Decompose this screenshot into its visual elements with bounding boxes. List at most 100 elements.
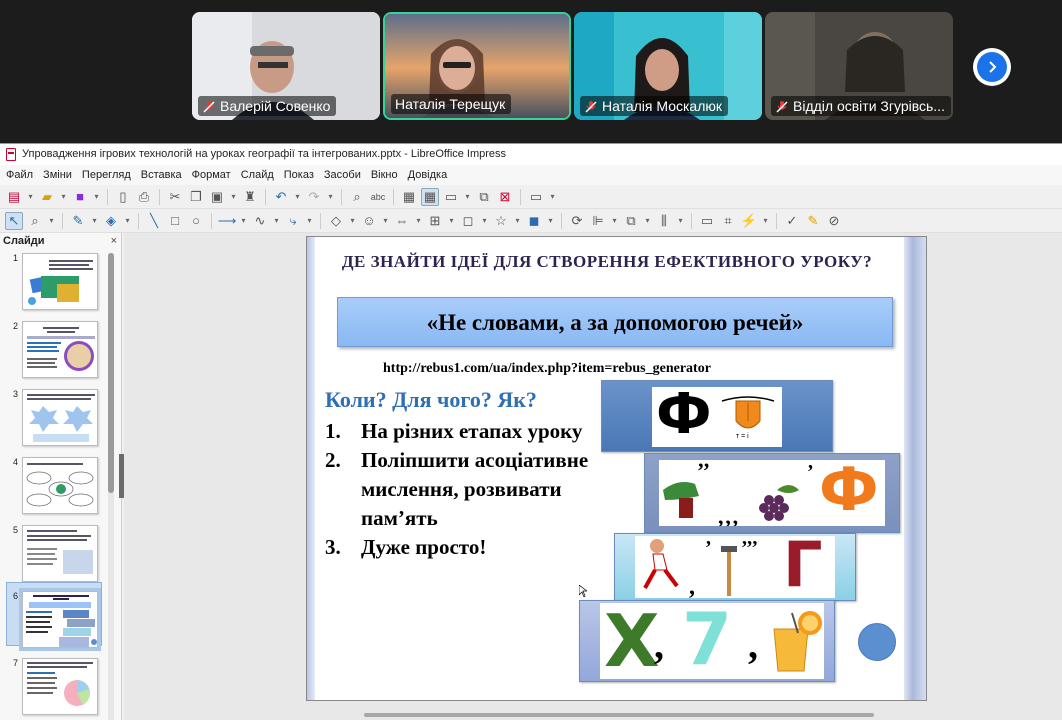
paste-icon[interactable]: ▣ xyxy=(208,188,226,206)
slide-thumbnail-1[interactable] xyxy=(22,253,98,310)
chevron-down-icon[interactable]: ▾ xyxy=(59,188,68,206)
grid-icon[interactable]: ▦ xyxy=(400,188,418,206)
scrollbar-thumb[interactable] xyxy=(108,253,114,493)
glue-points-icon[interactable]: ✎ xyxy=(804,212,822,230)
rebus-image-3: , ’ ’’’ Г xyxy=(635,528,835,601)
chevron-down-icon[interactable]: ▾ xyxy=(513,212,522,230)
arrange-icon[interactable]: ⧉ xyxy=(622,212,640,230)
undo-icon[interactable]: ↶ xyxy=(272,188,290,206)
find-replace-icon[interactable]: ⌕ xyxy=(348,188,366,206)
menu-file[interactable]: Файл xyxy=(6,169,33,181)
basic-shapes-icon[interactable]: ◇ xyxy=(327,212,345,230)
chevron-down-icon[interactable]: ▾ xyxy=(643,212,652,230)
line-color-icon[interactable]: ✎ xyxy=(69,212,87,230)
display-grid-icon[interactable]: ▦ xyxy=(421,187,439,206)
menu-slide[interactable]: Слайд xyxy=(241,169,274,181)
participant-tile-active[interactable]: Наталія Терещук xyxy=(383,12,571,120)
slide-thumbnail-6[interactable] xyxy=(19,588,101,651)
rectangle-icon[interactable]: □ xyxy=(166,212,184,230)
menu-edit[interactable]: Зміни xyxy=(43,169,72,181)
open-folder-icon[interactable]: ▰ xyxy=(38,188,56,206)
align-icon[interactable]: ⊫ xyxy=(589,212,607,230)
spelling-icon[interactable]: abc xyxy=(369,188,387,206)
menu-tools[interactable]: Засоби xyxy=(324,169,361,181)
fill-color-icon[interactable]: ◈ xyxy=(102,212,120,230)
curve-icon[interactable]: ∿ xyxy=(251,212,269,230)
slide-thumbnail-2[interactable] xyxy=(22,321,98,378)
redo-icon[interactable]: ↷ xyxy=(305,188,323,206)
distribute-icon[interactable]: ⫼ xyxy=(655,212,673,230)
close-pane-icon[interactable]: × xyxy=(111,233,117,249)
chevron-down-icon[interactable]: ▾ xyxy=(463,188,472,206)
shadow-icon[interactable]: ▭ xyxy=(698,212,716,230)
chevron-down-icon[interactable]: ▾ xyxy=(90,212,99,230)
chevron-down-icon[interactable]: ▾ xyxy=(305,212,314,230)
print-icon[interactable]: ⎙ xyxy=(135,188,153,206)
slide-circle-shape[interactable] xyxy=(858,623,896,661)
crop-icon[interactable]: ⌗ xyxy=(719,212,737,230)
line-icon[interactable]: ╲ xyxy=(145,212,163,230)
flowchart-icon[interactable]: ⊞ xyxy=(426,212,444,230)
chevron-down-icon[interactable]: ▾ xyxy=(326,188,335,206)
new-slide-icon[interactable]: ⧉ xyxy=(475,188,493,206)
chevron-down-icon[interactable]: ▾ xyxy=(676,212,685,230)
chevron-down-icon[interactable]: ▾ xyxy=(480,212,489,230)
zoom-icon[interactable]: ⌕ xyxy=(26,212,44,230)
current-slide[interactable]: ДЕ ЗНАЙТИ ІДЕЇ ДЛЯ СТВОРЕННЯ ЕФЕКТИВНОГО… xyxy=(306,236,927,701)
chevron-down-icon[interactable]: ▾ xyxy=(229,188,238,206)
menu-help[interactable]: Довідка xyxy=(408,169,448,181)
chevron-down-icon[interactable]: ▾ xyxy=(548,188,557,206)
slide-thumbnail-5[interactable] xyxy=(22,525,98,582)
chevron-down-icon[interactable]: ▾ xyxy=(26,188,35,206)
start-slideshow-icon[interactable]: ▭ xyxy=(527,188,545,206)
menu-insert[interactable]: Вставка xyxy=(141,169,182,181)
delete-slide-icon[interactable]: ⊠ xyxy=(496,188,514,206)
rotate-icon[interactable]: ⟳ xyxy=(568,212,586,230)
participant-tile[interactable]: Валерій Совенко xyxy=(192,12,380,120)
copy-icon[interactable]: ❐ xyxy=(187,188,205,206)
new-document-icon[interactable]: ▤ xyxy=(5,188,23,206)
menu-slideshow[interactable]: Показ xyxy=(284,169,314,181)
stars-icon[interactable]: ☆ xyxy=(492,212,510,230)
connector-icon[interactable]: ⤷ xyxy=(284,212,302,230)
participant-tile[interactable]: Наталія Москалюк xyxy=(574,12,762,120)
menu-format[interactable]: Формат xyxy=(192,169,231,181)
3d-objects-icon[interactable]: ◼ xyxy=(525,212,543,230)
arrow-line-icon[interactable]: ⟶ xyxy=(218,212,237,230)
toggle-extrusion-icon[interactable]: ⊘ xyxy=(825,212,843,230)
participant-tile[interactable]: Відділ освіти Згурівсь... xyxy=(765,12,953,120)
slides-pane-scrollbar[interactable] xyxy=(108,253,114,720)
slide-thumbnail-3[interactable] xyxy=(22,389,98,446)
chevron-down-icon[interactable]: ▾ xyxy=(92,188,101,206)
slide-thumbnail-4[interactable] xyxy=(22,457,98,514)
chevron-down-icon[interactable]: ▾ xyxy=(381,212,390,230)
symbol-shapes-icon[interactable]: ☺ xyxy=(360,212,378,230)
chevron-down-icon[interactable]: ▾ xyxy=(610,212,619,230)
block-arrows-icon[interactable]: ⇔ xyxy=(393,212,411,230)
points-icon[interactable]: ✓ xyxy=(783,212,801,230)
save-icon[interactable]: ■ xyxy=(71,188,89,206)
chevron-down-icon[interactable]: ▾ xyxy=(123,212,132,230)
slide-layout-icon[interactable]: ▭ xyxy=(442,188,460,206)
chevron-down-icon[interactable]: ▾ xyxy=(348,212,357,230)
slide-thumbnail-7[interactable] xyxy=(22,658,98,715)
ellipse-icon[interactable]: ○ xyxy=(187,212,205,230)
menu-view[interactable]: Перегляд xyxy=(82,169,131,181)
chevron-down-icon[interactable]: ▾ xyxy=(447,212,456,230)
chevron-down-icon[interactable]: ▾ xyxy=(47,212,56,230)
chevron-down-icon[interactable]: ▾ xyxy=(293,188,302,206)
chevron-down-icon[interactable]: ▾ xyxy=(414,212,423,230)
cut-icon[interactable]: ✂ xyxy=(166,188,184,206)
chevron-down-icon[interactable]: ▾ xyxy=(546,212,555,230)
select-arrow-icon[interactable]: ↖ xyxy=(5,211,23,230)
export-pdf-icon[interactable]: ▯ xyxy=(114,188,132,206)
chevron-down-icon[interactable]: ▾ xyxy=(239,212,248,230)
chevron-down-icon[interactable]: ▾ xyxy=(761,212,770,230)
callouts-icon[interactable]: ◻ xyxy=(459,212,477,230)
next-participants-button[interactable] xyxy=(973,48,1011,86)
menu-window[interactable]: Вікно xyxy=(371,169,398,181)
chevron-down-icon[interactable]: ▾ xyxy=(272,212,281,230)
clone-formatting-icon[interactable]: ♜ xyxy=(241,188,259,206)
horizontal-scrollbar[interactable] xyxy=(364,713,874,717)
filter-icon[interactable]: ⚡ xyxy=(740,212,758,230)
